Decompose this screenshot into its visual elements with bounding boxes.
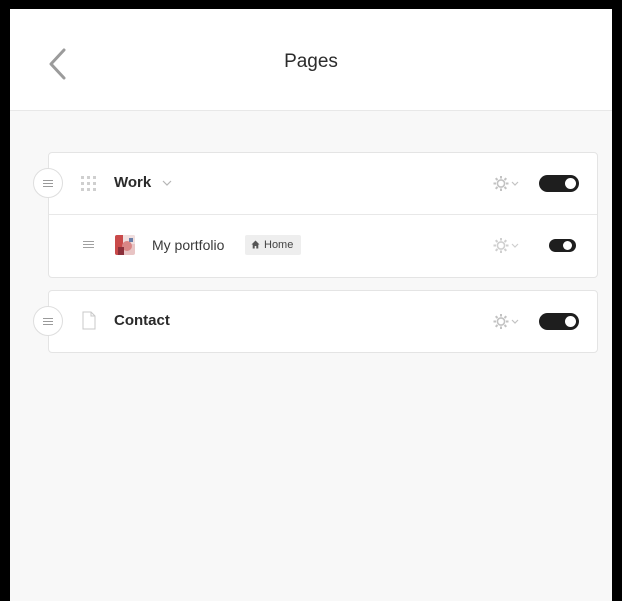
page-row-my-portfolio[interactable]: My portfolio Home xyxy=(49,214,597,276)
page-group-work: Work My portfolio Home xyxy=(33,152,598,278)
page-label-contact: Contact xyxy=(114,312,170,329)
home-badge-label: Home xyxy=(264,239,294,251)
page-label-my-portfolio: My portfolio xyxy=(152,237,225,253)
page-group-contact: Contact xyxy=(33,290,598,353)
header: Pages xyxy=(10,9,612,111)
page-row-work[interactable]: Work xyxy=(33,153,597,214)
home-badge: Home xyxy=(245,235,302,255)
drag-handle-work[interactable] xyxy=(33,168,63,198)
drag-handle-contact[interactable] xyxy=(33,306,63,336)
document-icon xyxy=(82,311,96,330)
visibility-toggle-contact[interactable] xyxy=(539,313,579,330)
drag-handle-icon xyxy=(43,318,53,325)
toggle-knob xyxy=(563,241,572,250)
visibility-toggle-work[interactable] xyxy=(539,175,579,192)
chevron-down-icon[interactable] xyxy=(162,180,172,186)
gear-icon[interactable] xyxy=(493,237,521,254)
home-icon xyxy=(251,240,260,249)
visibility-toggle-my-portfolio[interactable] xyxy=(549,239,576,252)
drag-handle-icon[interactable] xyxy=(83,241,94,249)
gear-icon[interactable] xyxy=(493,175,521,192)
gear-icon[interactable] xyxy=(493,313,521,330)
page-label-work: Work xyxy=(114,174,152,191)
drag-handle-icon xyxy=(43,180,53,187)
portfolio-thumbnail xyxy=(115,235,135,255)
toggle-knob xyxy=(565,178,576,189)
page-title: Pages xyxy=(284,51,338,72)
toggle-knob xyxy=(565,316,576,327)
app-window: Pages Work My portfolio Home Contact xyxy=(10,9,612,601)
grid-icon xyxy=(81,176,96,191)
page-row-contact[interactable]: Contact xyxy=(33,291,597,352)
